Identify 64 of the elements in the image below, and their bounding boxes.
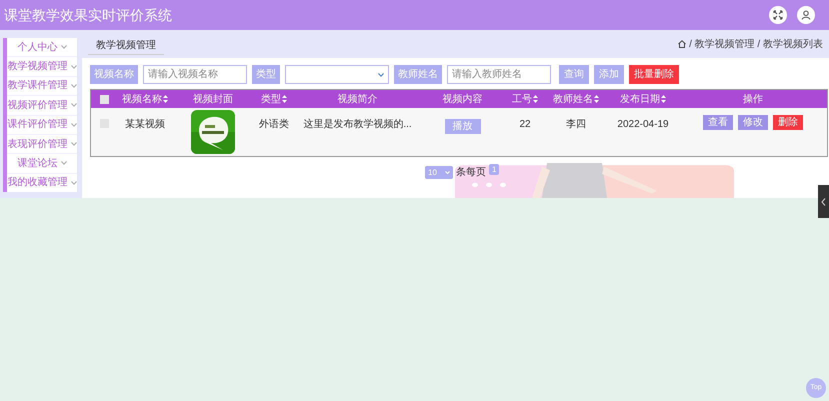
search-field[interactable]: 请输入教师姓名	[447, 65, 551, 84]
table-cell-text: 外语类	[259, 118, 289, 132]
search-field[interactable]: 请输入视频名称	[143, 65, 247, 84]
sidebar-item[interactable]: 个人中心	[7, 38, 77, 56]
chevron-down-icon	[378, 72, 384, 76]
sort-icon[interactable]	[163, 95, 168, 103]
table-cell-text: 2022-04-19	[617, 118, 669, 132]
sort-icon[interactable]	[661, 95, 666, 103]
table-cell-text: 这里是发布教学视频的...	[303, 118, 412, 132]
field-label: 类型	[252, 65, 280, 84]
chevron-down-icon	[445, 171, 450, 174]
sidebar-item[interactable]: 教学视频管理	[7, 57, 77, 76]
toolbar-button[interactable]: 批量删除	[629, 65, 679, 84]
caret-icon	[70, 64, 76, 69]
play-button[interactable]: 播放	[444, 119, 480, 134]
page-tab[interactable]: 教学视频管理	[88, 36, 164, 55]
user-button[interactable]	[797, 6, 815, 24]
sidebar-item[interactable]: 课堂论坛	[7, 154, 77, 173]
table-cell-text: 某某视频	[125, 118, 165, 132]
user-icon	[801, 10, 811, 20]
sidebar-item[interactable]: 视频评价管理	[7, 96, 77, 114]
table-cell-text: 22	[519, 118, 531, 132]
caret-icon	[70, 142, 76, 146]
sidebar-item[interactable]: 教学课件管理	[7, 76, 77, 96]
checkbox[interactable]	[100, 94, 108, 104]
column-header[interactable]: 视频名称	[122, 92, 168, 106]
app-title: 课堂教学效果实时评价系统	[4, 6, 172, 24]
fullscreen-icon	[773, 10, 783, 20]
sidebar-item[interactable]: 课件评价管理	[7, 116, 77, 134]
column-header[interactable]: 工号	[512, 92, 538, 106]
column-header[interactable]: 教师姓名	[553, 92, 599, 106]
caret-icon	[70, 84, 76, 88]
column-header[interactable]: 操作	[743, 92, 763, 106]
home-icon[interactable]	[678, 40, 686, 48]
fullscreen-button[interactable]	[769, 6, 787, 24]
column-header[interactable]: 视频封面	[193, 92, 233, 106]
caret-icon	[70, 122, 76, 127]
sidebar-item[interactable]: 表现评价管理	[7, 134, 77, 154]
caret-icon	[70, 180, 76, 185]
page-size-select[interactable]: 10	[425, 166, 453, 179]
sidebar-item[interactable]: 我的收藏管理	[7, 174, 77, 192]
column-header[interactable]: 类型	[261, 92, 287, 106]
column-header[interactable]: 视频简介	[338, 92, 378, 106]
side-panel-toggle[interactable]	[818, 185, 829, 218]
chevron-left-icon	[821, 198, 826, 206]
table-cell-text: 李四	[566, 118, 586, 132]
caret-icon	[60, 161, 66, 166]
toolbar-button[interactable]: 添加	[594, 65, 624, 84]
action-button[interactable]: 查看	[703, 115, 733, 130]
sort-icon[interactable]	[282, 95, 287, 103]
column-header[interactable]: 发布日期	[620, 92, 666, 106]
action-button[interactable]: 修改	[738, 115, 768, 130]
field-label: 教师姓名	[394, 65, 442, 84]
page-button[interactable]: 1	[489, 164, 500, 175]
action-button[interactable]: 删除	[773, 115, 803, 130]
sort-icon[interactable]	[533, 95, 538, 103]
field-label: 视频名称	[90, 65, 138, 84]
caret-icon	[60, 45, 66, 50]
per-page-label: 条每页	[456, 166, 486, 179]
sort-icon[interactable]	[594, 95, 599, 103]
toolbar-button[interactable]: 查询	[559, 65, 589, 84]
breadcrumb: / 教学视频管理 / 教学视频列表	[689, 38, 823, 52]
column-header[interactable]: 视频内容	[442, 92, 482, 106]
caret-icon	[70, 103, 76, 108]
